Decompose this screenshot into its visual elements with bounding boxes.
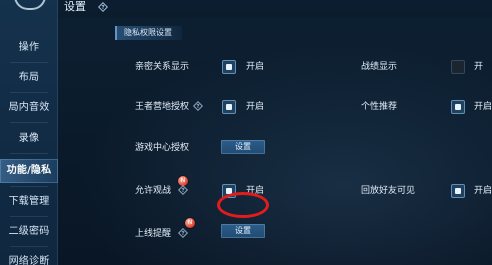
toggle-label: 开 xyxy=(474,62,484,72)
toggle-friend-relationship[interactable] xyxy=(222,60,236,74)
settings-sidebar: 操作 布局 局内音效 录像 功能/隐私 下载管理 二级密码 网络诊断 xyxy=(0,0,58,265)
toggle-check xyxy=(455,104,461,110)
sidebar-item-label: 下载管理 xyxy=(8,196,50,207)
sidebar-item-label: 二级密码 xyxy=(8,226,50,237)
help-icon[interactable] xyxy=(178,228,188,238)
sidebar-item-in-game-audio[interactable]: 局内音效 xyxy=(0,96,58,120)
sidebar-item-replay[interactable]: 录像 xyxy=(0,127,58,151)
new-badge-icon: N xyxy=(185,218,195,228)
toggle-allow-spectate[interactable] xyxy=(222,184,236,198)
sidebar-item-operation[interactable]: 操作 xyxy=(0,36,58,60)
sidebar-item-layout[interactable]: 布局 xyxy=(0,66,58,90)
sidebar-item-label: 局内音效 xyxy=(8,102,50,113)
toggle-label: 开启 xyxy=(246,102,265,112)
sidebar-divider xyxy=(10,62,48,63)
sidebar-item-label: 布局 xyxy=(18,72,40,83)
sidebar-item-label: 网络诊断 xyxy=(8,256,50,265)
sidebar-divider xyxy=(10,246,48,247)
row-label-battle-record: 战绩显示 xyxy=(361,62,398,72)
help-icon[interactable] xyxy=(178,185,188,195)
sidebar-item-download-management[interactable]: 下载管理 xyxy=(0,190,58,214)
settings-button-game-center[interactable]: 设置 xyxy=(221,140,265,154)
row-label-allow-spectate: 允许观战 xyxy=(135,186,172,196)
toggle-label: 开启 xyxy=(474,102,492,112)
toggle-check xyxy=(226,104,232,110)
help-icon[interactable] xyxy=(193,101,203,111)
row-label-camp-authorization: 王者营地授权 xyxy=(135,102,190,112)
game-logo xyxy=(14,0,46,10)
row-label-replay-friends-visible: 回放好友可见 xyxy=(361,186,416,196)
help-icon[interactable] xyxy=(98,2,108,12)
top-header: 设置 xyxy=(58,0,492,18)
section-title: 隐私权限设置 xyxy=(115,26,182,40)
toggle-battle-record[interactable] xyxy=(451,60,465,74)
row-label-game-center-authorization: 游戏中心授权 xyxy=(135,143,190,153)
sidebar-item-network-diagnostics[interactable]: 网络诊断 xyxy=(0,250,58,265)
sidebar-item-secondary-password[interactable]: 二级密码 xyxy=(0,220,58,244)
toggle-label: 开启 xyxy=(246,62,265,72)
toggle-label: 开启 xyxy=(246,186,265,196)
row-label-personal-recommendation: 个性推荐 xyxy=(361,102,398,112)
sidebar-item-label: 功能/隐私 xyxy=(6,165,52,176)
toggle-personal-recommendation[interactable] xyxy=(451,100,465,114)
sidebar-divider xyxy=(10,186,48,187)
sidebar-divider xyxy=(10,216,48,217)
settings-button-online-reminder[interactable]: 设置 xyxy=(221,224,265,238)
toggle-replay-friends-visible[interactable] xyxy=(451,184,465,198)
sidebar-item-label: 操作 xyxy=(18,42,40,53)
sidebar-item-label: 录像 xyxy=(18,133,40,144)
toggle-check xyxy=(226,188,232,194)
toggle-camp-authorization[interactable] xyxy=(222,100,236,114)
page-title: 设置 xyxy=(64,0,86,13)
sidebar-divider xyxy=(10,92,48,93)
sidebar-divider xyxy=(10,122,48,123)
settings-screen: 操作 布局 局内音效 录像 功能/隐私 下载管理 二级密码 网络诊断 设置 隐私… xyxy=(0,0,492,265)
toggle-check xyxy=(226,64,232,70)
sidebar-divider xyxy=(10,153,48,154)
sidebar-item-functions-privacy[interactable]: 功能/隐私 xyxy=(0,159,58,183)
toggle-check xyxy=(455,188,461,194)
toggle-label: 开启 xyxy=(474,186,492,196)
row-label-friend-relationship: 亲密关系显示 xyxy=(135,62,190,72)
row-label-online-reminder: 上线提醒 xyxy=(135,229,172,239)
